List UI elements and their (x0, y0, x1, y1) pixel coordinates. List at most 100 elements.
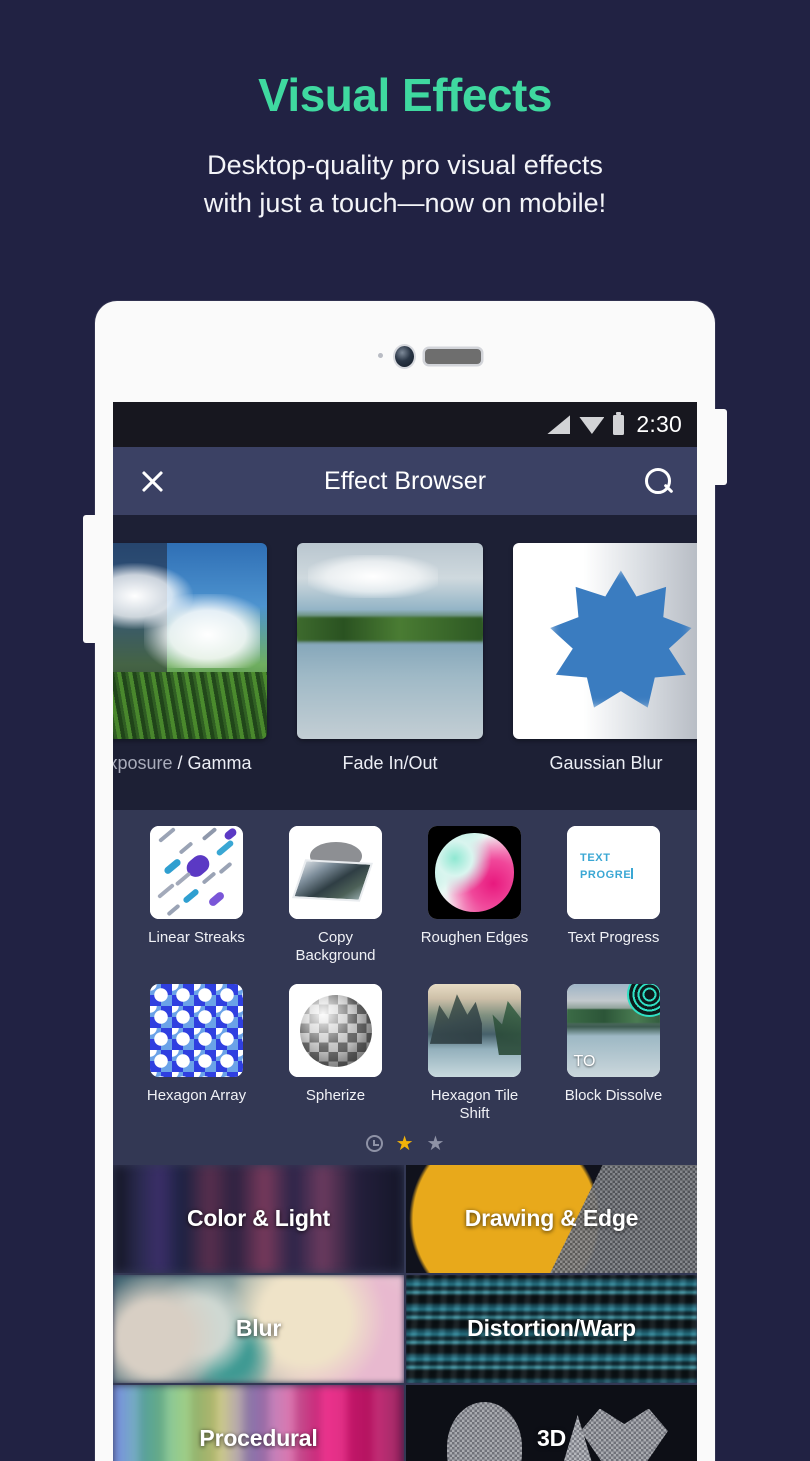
category-label: Color & Light (186, 1205, 331, 1232)
effect-label: Text Progress (567, 929, 660, 946)
effect-cell-spherize[interactable]: Spherize (266, 984, 405, 1122)
effect-label: Spherize (305, 1087, 366, 1105)
cell-signal-icon (547, 415, 570, 434)
category-label: Procedural (199, 1425, 318, 1452)
carousel-thumbnail (297, 543, 483, 739)
effect-cell-copy-background[interactable]: Copy Background (266, 826, 405, 964)
effect-cell-linear-streaks[interactable]: Linear Streaks (127, 826, 266, 964)
fade-in-out-art (297, 543, 483, 739)
effect-cell-hexagon-array[interactable]: Hexagon Array (127, 984, 266, 1122)
page-title: Visual Effects (258, 69, 552, 121)
thumbnail-text: TO (573, 1052, 596, 1070)
effect-label-line-2: Background (295, 946, 376, 964)
status-bar-clock: 2:30 (636, 411, 682, 437)
carousel-item-label: Exposure / Gamma (113, 753, 267, 774)
app-bar: Effect Browser (113, 447, 697, 515)
carousel-item-label: Gaussian Blur (549, 753, 663, 773)
effect-label: Hexagon Array (146, 1087, 247, 1105)
carousel-item-gaussian-blur[interactable]: Gaussian Blur (513, 543, 697, 774)
category-tile-procedural[interactable]: Procedural (113, 1384, 404, 1461)
effect-label: Copy Background (295, 929, 375, 964)
effect-cell-block-dissolve[interactable]: TO Block Dissolve (544, 984, 683, 1122)
battery-full-icon (613, 411, 625, 435)
linear-streaks-art (150, 826, 243, 919)
effect-label: Block Dissolve (564, 1087, 663, 1105)
category-label: Distortion/Warp (467, 1315, 636, 1342)
effect-thumbnail: TO (567, 984, 660, 1078)
promo-subtitle: Desktop-quality pro visual effects with … (0, 146, 810, 223)
effect-label-line-2: Shift (459, 1105, 490, 1123)
promo-header: Visual Effects Desktop-quality pro visua… (0, 0, 810, 223)
star-outline-icon[interactable]: ★ (427, 1134, 445, 1154)
device-top-bezel (95, 301, 715, 396)
close-icon[interactable] (137, 466, 167, 496)
carousel-thumbnail (113, 543, 267, 739)
effect-thumbnail (428, 826, 521, 919)
copy-background-art (289, 826, 382, 919)
effect-cell-text-progress[interactable]: TEXT PROGRE Text Progress (544, 826, 683, 964)
category-grid: Color & Light Drawing & Edge Blur Distor… (113, 1164, 697, 1461)
effect-thumbnail (289, 984, 382, 1078)
star-filled-icon[interactable]: ★ (396, 1134, 414, 1154)
effect-grid-row: Hexagon Array Spherize Hexagon Tile Shif… (113, 984, 697, 1122)
grass-shape (113, 672, 267, 739)
effect-label-line-1: Copy (317, 929, 354, 946)
cloud-shape (144, 593, 260, 669)
text-caret-icon (631, 868, 634, 880)
app-bar-title: Effect Browser (323, 466, 487, 495)
featured-carousel[interactable]: Exposure / Gamma Fade In/Out Gaussian Bl… (113, 515, 697, 810)
hexagon-array-art (150, 984, 243, 1078)
carousel-label-highlight: Gamma (187, 753, 252, 773)
photo-plane-shape (292, 859, 374, 903)
effect-cell-hexagon-tile-shift[interactable]: Hexagon Tile Shift (405, 984, 544, 1122)
effect-label: Hexagon Tile Shift (431, 1087, 519, 1122)
category-tile-distortion-warp[interactable]: Distortion/Warp (406, 1274, 697, 1383)
effect-label: Roughen Edges (420, 929, 529, 946)
promo-subtitle-line-2: with just a touch—now on mobile! (203, 188, 607, 219)
effect-thumbnail (150, 826, 243, 919)
category-tile-color-light[interactable]: Color & Light (113, 1164, 404, 1273)
row-spacer (113, 964, 697, 984)
hexagon-overlay (150, 984, 243, 1078)
carousel-item-fade-in-out[interactable]: Fade In/Out (297, 543, 483, 774)
effect-grid: Linear Streaks Copy Background Roughen E… (113, 810, 697, 1165)
category-tile-blur[interactable]: Blur (113, 1274, 404, 1383)
thumbnail-text-line-1: TEXT (580, 852, 611, 864)
roughen-edges-art (428, 826, 521, 919)
carousel-item-exposure-gamma[interactable]: Exposure / Gamma (113, 543, 267, 774)
carousel-thumbnail (513, 543, 697, 739)
category-tile-drawing-edge[interactable]: Drawing & Edge (406, 1164, 697, 1273)
effect-thumbnail (150, 984, 243, 1078)
carousel-label-sep: / (172, 753, 188, 773)
effect-label: Linear Streaks (148, 929, 245, 946)
wifi-icon (579, 415, 604, 434)
star-shape (550, 570, 692, 708)
earpiece-speaker-icon (425, 349, 481, 364)
category-label: Blur (235, 1315, 282, 1342)
gaussian-blur-art (513, 543, 697, 739)
circle-shape (435, 833, 514, 912)
sphere-shape (299, 994, 372, 1067)
device-screen: 2:30 Effect Browser Exposure / Gamma (113, 402, 697, 1461)
device-volume-button[interactable] (83, 515, 97, 643)
device-power-button[interactable] (713, 409, 727, 485)
thumbnail-text-line-2: PROGRE (580, 867, 660, 884)
category-tile-3d[interactable]: 3D (406, 1384, 697, 1461)
carousel-track: Exposure / Gamma Fade In/Out Gaussian Bl… (113, 515, 697, 774)
effect-thumbnail: TEXT PROGRE (567, 826, 660, 919)
search-icon[interactable] (643, 466, 673, 496)
spherize-art (289, 984, 382, 1078)
front-camera-icon (395, 346, 414, 367)
effect-cell-roughen-edges[interactable]: Roughen Edges (405, 826, 544, 964)
effect-grid-row: Linear Streaks Copy Background Roughen E… (113, 826, 697, 964)
effect-thumbnail (289, 826, 382, 919)
carousel-label-dim: Exposure (113, 753, 173, 773)
effect-thumbnail (428, 984, 521, 1078)
status-bar: 2:30 (113, 402, 697, 447)
hexagon-tile-shift-art (428, 984, 521, 1078)
text-progress-art: TEXT PROGRE (567, 826, 660, 919)
category-label: 3D (536, 1425, 566, 1452)
proximity-sensor-icon (378, 353, 383, 358)
clock-icon[interactable] (365, 1135, 383, 1153)
tablet-device-frame: 2:30 Effect Browser Exposure / Gamma (83, 301, 727, 1461)
